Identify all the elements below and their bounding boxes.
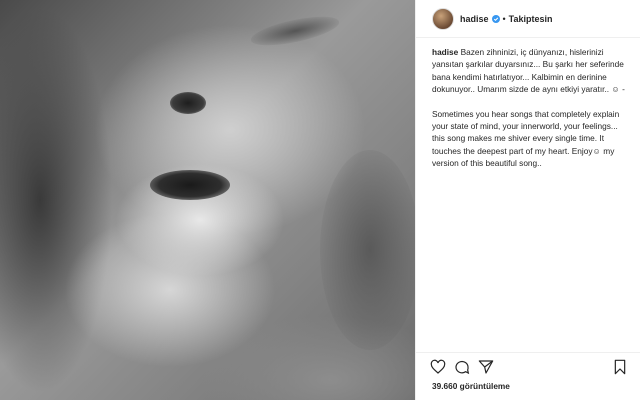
comment-icon[interactable] (454, 359, 470, 375)
post-caption: hadise Bazen zihninizi, iç dünyanızı, hi… (432, 46, 632, 182)
avatar[interactable] (432, 7, 454, 30)
heart-icon[interactable] (430, 359, 446, 375)
caption-text-tr: Bazen zihninizi, iç dünyanızı, hislerini… (432, 47, 625, 95)
view-count[interactable]: 39.660 görüntüleme (432, 381, 510, 391)
post-video[interactable] (0, 0, 415, 400)
bookmark-icon[interactable] (612, 359, 628, 375)
video-frame-detail (150, 170, 230, 200)
caption-english: Sometimes you hear songs that completely… (432, 108, 620, 169)
action-bar (416, 352, 640, 378)
caption-turkish: hadise Bazen zihninizi, iç dünyanızı, hi… (432, 46, 632, 96)
verified-badge-icon (491, 14, 500, 23)
follow-status-button[interactable]: Takiptesin (509, 14, 553, 24)
post-sidebar: hadise • Takiptesin hadise Bazen zihnini… (415, 0, 640, 400)
separator-dot: • (502, 13, 506, 24)
caption-username[interactable]: hadise (432, 47, 458, 57)
username-link[interactable]: hadise (460, 14, 489, 24)
video-frame-detail (248, 10, 342, 52)
post-header: hadise • Takiptesin (416, 0, 640, 38)
video-frame-detail (320, 150, 415, 350)
share-icon[interactable] (478, 359, 494, 375)
video-frame-detail (170, 92, 206, 114)
